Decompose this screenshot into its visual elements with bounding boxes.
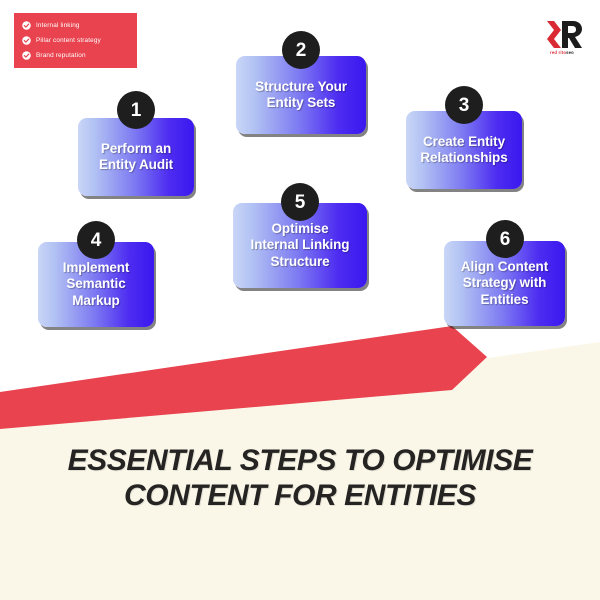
checklist-item-label: Internal linking — [36, 22, 80, 29]
step-card-1-label: Perform an Entity Audit — [98, 140, 174, 172]
step-card-4-number-badge: 4 — [77, 221, 115, 259]
step-card-1[interactable]: Perform an Entity Audit 1 — [78, 91, 194, 196]
checklist-item: Pillar content strategy — [22, 35, 129, 46]
checklist-item-label: Pillar content strategy — [36, 37, 101, 44]
checklist-badge: Internal linking Pillar content strategy… — [14, 13, 137, 68]
step-card-5-number-badge: 5 — [281, 183, 319, 221]
step-card-3[interactable]: Create Entity Relationships 3 — [406, 86, 522, 189]
step-card-4[interactable]: Implement Semantic Markup 4 — [38, 221, 154, 327]
step-card-4-label: Implement Semantic Markup — [62, 259, 130, 308]
checklist-item-label: Brand reputation — [36, 52, 86, 59]
step-card-2-number-badge: 2 — [282, 31, 320, 69]
logo-wordmark-red: red rito — [550, 50, 567, 55]
step-card-5[interactable]: Optimise Internal Linking Structure 5 — [233, 183, 367, 288]
step-card-1-body[interactable]: Perform an Entity Audit — [78, 118, 194, 196]
check-circle-icon — [22, 21, 31, 30]
step-card-6-number-badge: 6 — [486, 220, 524, 258]
step-card-5-label: Optimise Internal Linking Structure — [250, 220, 350, 269]
step-card-3-label: Create Entity Relationships — [420, 133, 508, 165]
checklist-item: Brand reputation — [22, 50, 129, 61]
step-card-2-label: Structure Your Entity Sets — [255, 78, 347, 110]
step-card-2[interactable]: Structure Your Entity Sets 2 — [236, 31, 366, 134]
r-monogram-icon — [547, 21, 582, 48]
check-circle-icon — [22, 36, 31, 45]
step-card-1-number-badge: 1 — [117, 91, 155, 129]
brand-logo: red ritoseo — [537, 18, 587, 62]
infographic-canvas: Internal linking Pillar content strategy… — [0, 0, 600, 600]
step-card-6[interactable]: Align Content Strategy with Entities 6 — [444, 220, 565, 326]
logo-wordmark: red ritoseo — [537, 50, 587, 55]
step-card-3-number-badge: 3 — [445, 86, 483, 124]
checklist-item: Internal linking — [22, 20, 129, 31]
step-card-6-label: Align Content Strategy with Entities — [460, 258, 549, 307]
logo-wordmark-black: seo — [566, 50, 574, 55]
page-title: ESSENTIAL STEPS TO OPTIMISE CONTENT FOR … — [67, 444, 533, 512]
check-circle-icon — [22, 51, 31, 60]
